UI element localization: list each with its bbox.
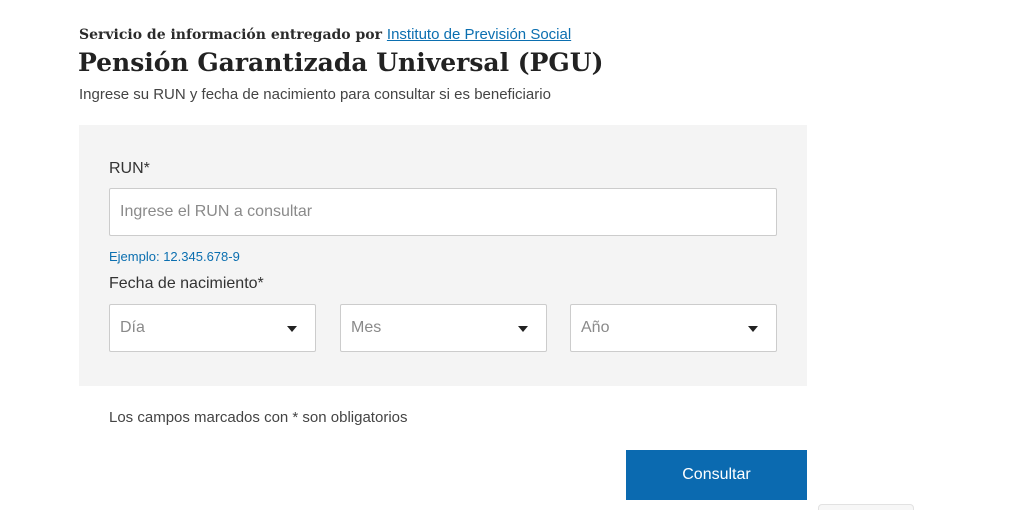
month-select-placeholder: Mes (351, 319, 382, 336)
page: Servicio de información entregado por In… (0, 0, 1025, 510)
run-input[interactable] (109, 188, 777, 236)
floating-widget-edge (818, 504, 914, 510)
caret-down-icon (518, 326, 528, 332)
month-select[interactable]: Mes (340, 304, 547, 352)
day-select[interactable]: Día (109, 304, 316, 352)
day-select-placeholder: Día (120, 319, 145, 336)
caret-down-icon (748, 326, 758, 332)
provider-line: Servicio de información entregado por In… (79, 26, 571, 43)
year-select[interactable]: Año (570, 304, 777, 352)
required-fields-note: Los campos marcados con * son obligatori… (109, 409, 408, 426)
provider-text: Servicio de información entregado por (79, 27, 383, 43)
caret-down-icon (287, 326, 297, 332)
provider-link[interactable]: Instituto de Previsión Social (387, 26, 571, 43)
page-title: Pensión Garantizada Universal (PGU) (78, 48, 604, 77)
form-panel: RUN* Ejemplo: 12.345.678-9 Fecha de naci… (79, 125, 807, 386)
year-select-placeholder: Año (581, 319, 610, 336)
run-hint: Ejemplo: 12.345.678-9 (109, 249, 240, 264)
birth-date-label: Fecha de nacimiento* (109, 275, 264, 292)
run-label: RUN* (109, 160, 150, 177)
consultar-button[interactable]: Consultar (626, 450, 807, 500)
page-subtitle: Ingrese su RUN y fecha de nacimiento par… (79, 86, 551, 103)
